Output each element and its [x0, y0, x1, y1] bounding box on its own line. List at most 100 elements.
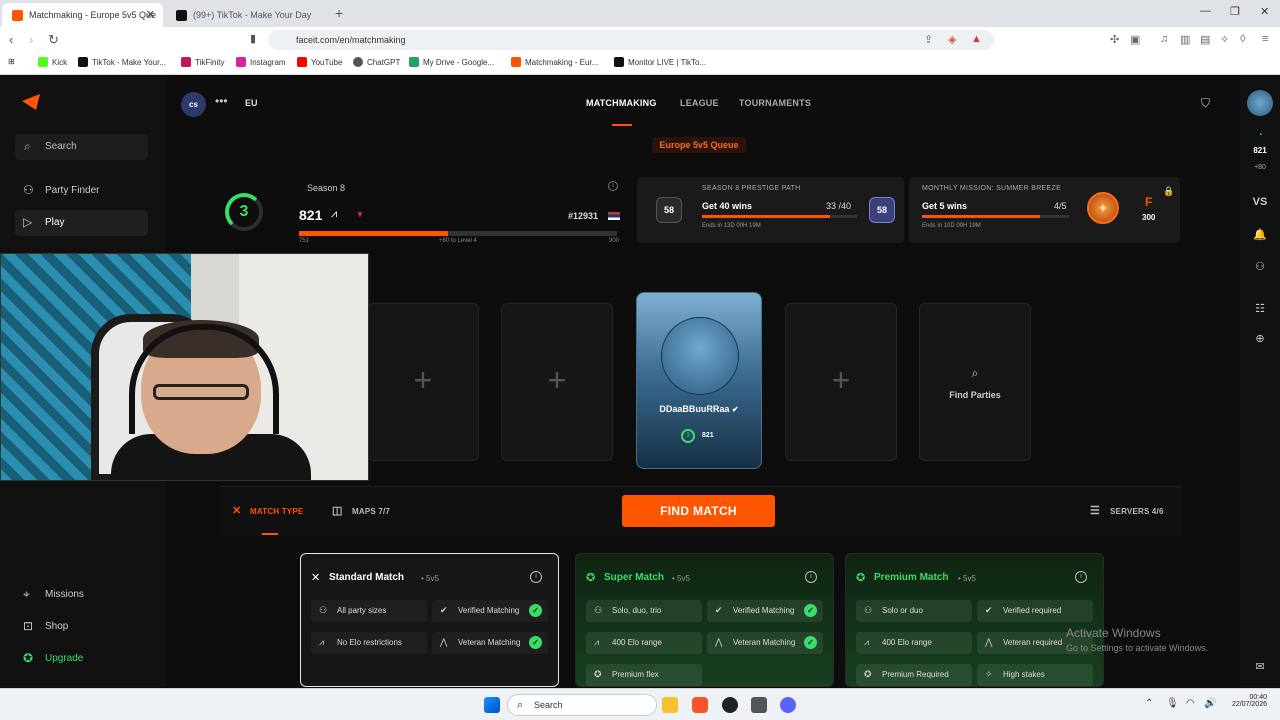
- profile-avatar[interactable]: [1240, 90, 1280, 119]
- game-selector-cs[interactable]: cs: [181, 92, 206, 117]
- find-parties-button[interactable]: ⌕ Find Parties: [919, 303, 1031, 461]
- sidebar-item-label: Upgrade: [45, 653, 84, 664]
- obs-icon[interactable]: [722, 697, 738, 713]
- sidebar-icon[interactable]: ▥: [1180, 33, 1190, 46]
- info-icon[interactable]: i: [805, 571, 817, 583]
- monthly-mission-card[interactable]: MONTHLY MISSION: SUMMER BREEZE Get 5 win…: [909, 177, 1180, 243]
- sidebar-item-play[interactable]: ▷ Play: [15, 210, 148, 236]
- wifi-icon[interactable]: ◠: [1186, 698, 1195, 709]
- match-type-name: Super Match: [604, 572, 665, 583]
- maps-tab[interactable]: MAPS 7/7: [352, 507, 390, 516]
- webcam-overlay: [0, 253, 369, 481]
- match-type-tab[interactable]: MATCH TYPE: [250, 507, 303, 516]
- apps-icon[interactable]: ⊞: [8, 57, 15, 66]
- close-tab-icon[interactable]: ✕: [146, 8, 155, 21]
- bookmark-google-drive[interactable]: My Drive - Google...: [409, 57, 494, 67]
- app-icon[interactable]: [751, 697, 767, 713]
- bookmark-instagram[interactable]: Instagram: [236, 57, 286, 67]
- sidebar-item-missions[interactable]: ⌖ Missions: [15, 582, 148, 608]
- leo-icon[interactable]: ✧: [1220, 33, 1229, 46]
- volume-icon[interactable]: 🔊: [1204, 698, 1216, 709]
- party-slot-empty[interactable]: +: [785, 303, 897, 461]
- bookmark-matchmaking[interactable]: Matchmaking - Eur...: [511, 57, 598, 67]
- discord-icon[interactable]: [780, 697, 796, 713]
- reload-icon[interactable]: ↻: [48, 32, 59, 48]
- verified-icon: ✔: [731, 405, 739, 414]
- player-card[interactable]: DDaaBBuuRRaa ✔ 3 821: [636, 292, 762, 469]
- start-icon[interactable]: [484, 697, 500, 713]
- close-window-icon[interactable]: ✕: [1260, 5, 1269, 18]
- prestige-count: 33 /40: [826, 201, 852, 211]
- brave-shield-icon[interactable]: ◈: [948, 33, 956, 46]
- sidebar-item-shop[interactable]: ⊡ Shop: [15, 614, 148, 640]
- notifications-icon[interactable]: 🔔: [1240, 228, 1280, 241]
- tab-tournaments[interactable]: TOURNAMENTS: [739, 98, 811, 108]
- vpn-icon[interactable]: ◊: [1240, 33, 1245, 45]
- brave-icon[interactable]: [692, 697, 708, 713]
- tab-matchmaking[interactable]: Matchmaking - Europe 5v5 Que ✕: [2, 3, 163, 27]
- region-label[interactable]: EU: [245, 98, 258, 108]
- info-icon[interactable]: i: [530, 571, 542, 583]
- url-field[interactable]: faceit.com/en/matchmaking: [268, 30, 994, 50]
- bookmark-youtube[interactable]: YouTube: [297, 57, 342, 67]
- collapse-panel-icon[interactable]: ☷: [1240, 302, 1280, 315]
- sidebar-item-upgrade[interactable]: ✪ Upgrade: [15, 646, 148, 672]
- minimize-icon[interactable]: —: [1200, 5, 1211, 17]
- new-tab-icon[interactable]: +: [335, 5, 343, 21]
- friends-icon[interactable]: ⚇: [1240, 260, 1280, 273]
- more-games-icon[interactable]: •••: [215, 94, 228, 108]
- media-icon[interactable]: ♫: [1160, 33, 1168, 45]
- faceit-logo-icon[interactable]: [22, 94, 40, 110]
- chat-icon[interactable]: ✉: [1240, 660, 1280, 673]
- activate-windows-title: Activate Windows: [1066, 626, 1161, 640]
- prestige-path-card[interactable]: 58 SEASON 8 PRESTIGE PATH Get 40 wins 33…: [637, 177, 904, 243]
- info-icon[interactable]: i: [1075, 571, 1087, 583]
- sidebar-item-label: Party Finder: [45, 185, 100, 196]
- file-explorer-icon[interactable]: [662, 697, 678, 713]
- clock[interactable]: 00:40 22/07/2026: [1223, 694, 1267, 708]
- standard-match-card[interactable]: ✕ Standard Match • 5v5 i ⚇ All party size…: [300, 553, 559, 687]
- elo-dropdown-icon[interactable]: ▼: [356, 210, 364, 219]
- vs-button[interactable]: VS: [1240, 196, 1280, 208]
- bookmark-kick[interactable]: Kick: [38, 57, 67, 67]
- tray-chevron-icon[interactable]: ⌃: [1145, 698, 1153, 709]
- info-icon[interactable]: i: [608, 181, 618, 191]
- find-match-button[interactable]: FIND MATCH: [622, 495, 775, 527]
- sidebar-search[interactable]: ⌕ Search: [15, 134, 148, 160]
- bookmark-tiktok[interactable]: TikTok - Make Your...: [78, 57, 166, 67]
- forward-icon[interactable]: ›: [29, 32, 33, 47]
- tab-tiktok[interactable]: (99+) TikTok - Make Your Day: [166, 3, 332, 27]
- brave-rewards-icon[interactable]: ▲: [971, 33, 982, 45]
- maximize-icon[interactable]: ❐: [1230, 5, 1240, 18]
- feature-item: ✔ Verified Matching ✓: [707, 600, 823, 622]
- bookmark-chatgpt[interactable]: ChatGPT: [353, 57, 400, 67]
- clock-time: 00:40: [1249, 694, 1267, 701]
- bookmark-tikfinity[interactable]: TikFinity: [181, 57, 224, 67]
- add-icon[interactable]: ⊕: [1240, 332, 1280, 345]
- servers-tab[interactable]: SERVERS 4/6: [1110, 507, 1164, 516]
- verified-icon: ✔: [440, 605, 448, 615]
- prestige-heading: SEASON 8 PRESTIGE PATH: [702, 185, 801, 192]
- bookmark-monitor-live[interactable]: Monitor LIVE | TikTo...: [614, 57, 706, 67]
- party-slot-empty[interactable]: +: [501, 303, 613, 461]
- taskbar-search[interactable]: ⌕ Search: [507, 694, 657, 716]
- screenshot-icon[interactable]: ▣: [1130, 33, 1140, 46]
- bookmark-icon[interactable]: ▮: [250, 32, 256, 45]
- super-match-card[interactable]: ✪ Super Match • 5v5 i ⚇ Solo, duo, trio ✔…: [575, 553, 834, 687]
- back-icon[interactable]: ‹: [9, 32, 13, 47]
- tab-league[interactable]: LEAGUE: [680, 98, 719, 108]
- tab-title: Matchmaking - Europe 5v5 Que: [29, 10, 157, 20]
- microphone-icon[interactable]: 🎙: [1166, 698, 1179, 709]
- sidebar-item-party-finder[interactable]: ⚇ Party Finder: [15, 178, 148, 204]
- party-slot-empty[interactable]: +: [367, 303, 479, 461]
- anticheat-shield-icon[interactable]: ⛉: [1201, 96, 1210, 111]
- tab-matchmaking-nav[interactable]: MATCHMAKING: [586, 98, 657, 108]
- wallet-icon[interactable]: ▤: [1200, 33, 1210, 46]
- premium-match-card[interactable]: ✪ Premium Match • 5v5 i ⚇ Solo or duo ✔ Ve…: [845, 553, 1104, 687]
- menu-icon[interactable]: ≡: [1262, 33, 1268, 45]
- extensions-icon[interactable]: ✣: [1110, 33, 1119, 46]
- share-icon[interactable]: ⇪: [924, 33, 933, 46]
- faceit-favicon-icon: [12, 9, 23, 21]
- feature-item: ⋀ Veteran Matching ✓: [432, 632, 548, 654]
- tiktok-favicon-icon: [176, 9, 187, 21]
